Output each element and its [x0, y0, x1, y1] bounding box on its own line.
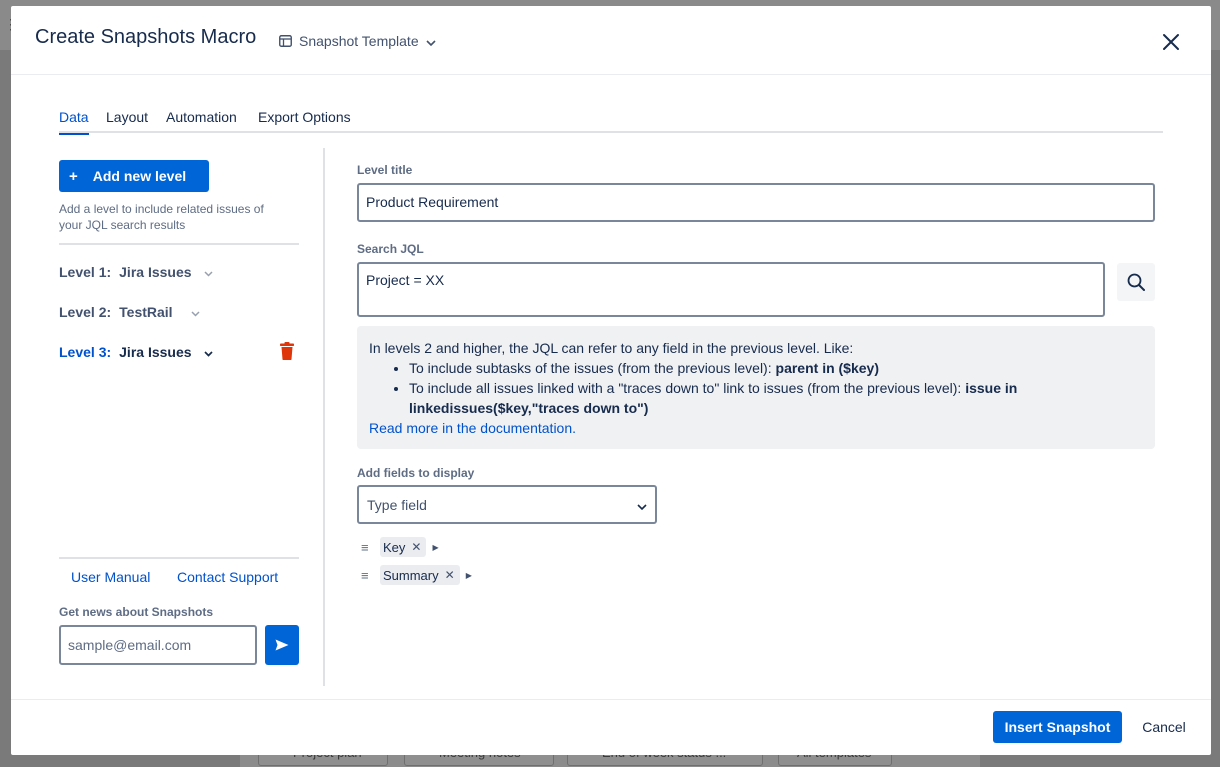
tab-bar: Data Layout Automation Export Options — [59, 109, 1163, 135]
add-level-help-text: Add a level to include related issues of… — [59, 202, 264, 232]
sidebar-divider — [59, 243, 299, 245]
caret-right-icon[interactable]: ▶ — [432, 543, 438, 552]
level-title-label: Level title — [357, 163, 413, 177]
tab-automation[interactable]: Automation — [166, 109, 237, 133]
panel-divider — [323, 148, 325, 686]
template-button-label: Snapshot Template — [299, 33, 419, 49]
info-list-item: To include all issues linked with a "tra… — [409, 378, 1143, 418]
level-item-3[interactable]: Level 3: Jira Issues — [59, 342, 214, 362]
level-name: Jira Issues — [119, 344, 192, 360]
tab-data[interactable]: Data — [59, 109, 89, 135]
tab-layout[interactable]: Layout — [106, 109, 148, 133]
caret-right-icon[interactable]: ▶ — [466, 571, 472, 580]
field-select-placeholder: Type field — [367, 496, 427, 513]
send-icon — [275, 639, 289, 651]
drag-handle-icon[interactable]: ≡ — [361, 540, 371, 555]
level-name: TestRail — [119, 304, 173, 320]
field-item: ≡ Summary ✕ ▶ — [361, 565, 472, 585]
header-divider — [11, 74, 1211, 75]
level-number: Level 3: — [59, 344, 112, 360]
dialog-title: Create Snapshots Macro — [35, 26, 257, 48]
level-item-1[interactable]: Level 1: Jira Issues — [59, 262, 214, 282]
search-jql-label: Search JQL — [357, 242, 424, 256]
add-level-label: Add new level — [92, 168, 187, 184]
remove-icon[interactable]: ✕ — [409, 540, 423, 554]
level-name: Jira Issues — [119, 264, 192, 280]
dialog-header: Create Snapshots Macro Snapshot Template — [11, 6, 1211, 74]
field-select-dropdown[interactable]: Type field — [357, 485, 657, 524]
chevron-down-icon — [637, 497, 647, 513]
user-manual-link[interactable]: User Manual — [71, 569, 150, 585]
chevron-down-icon — [203, 344, 214, 360]
footer-divider — [11, 699, 1211, 700]
level-title-input[interactable]: Product Requirement — [357, 183, 1155, 222]
snapshot-template-dropdown[interactable]: Snapshot Template — [279, 30, 436, 52]
insert-snapshot-button[interactable]: Insert Snapshot — [993, 711, 1122, 743]
field-chip: Key ✕ — [380, 537, 427, 557]
template-icon — [279, 35, 292, 47]
field-item: ≡ Key ✕ ▶ — [361, 537, 439, 557]
add-fields-label: Add fields to display — [357, 466, 475, 480]
field-chip-label: Key — [383, 539, 406, 555]
jql-info-panel: In levels 2 and higher, the JQL can refe… — [357, 326, 1155, 449]
contact-support-link[interactable]: Contact Support — [177, 569, 278, 585]
news-label: Get news about Snapshots — [59, 605, 214, 619]
info-list: To include subtasks of the issues (from … — [409, 358, 1143, 418]
info-item-text: To include all issues linked with a "tra… — [409, 380, 966, 396]
newsletter-email-input[interactable] — [59, 625, 257, 665]
plus-icon: + — [69, 167, 78, 185]
field-chip-label: Summary — [383, 567, 439, 583]
search-button[interactable] — [1117, 263, 1155, 301]
field-chip: Summary ✕ — [380, 565, 460, 585]
chevron-down-icon — [204, 264, 214, 280]
search-icon — [1127, 273, 1145, 291]
info-list-item: To include subtasks of the issues (from … — [409, 358, 1143, 378]
info-intro: In levels 2 and higher, the JQL can refe… — [369, 340, 854, 356]
tab-export-options[interactable]: Export Options — [258, 109, 351, 133]
trash-icon — [280, 342, 294, 360]
level-item-2[interactable]: Level 2: TestRail — [59, 302, 201, 322]
snapshot-macro-dialog: Create Snapshots Macro Snapshot Template… — [11, 6, 1211, 755]
subscribe-send-button[interactable] — [265, 625, 299, 665]
cancel-button[interactable]: Cancel — [1133, 711, 1195, 743]
chevron-down-icon — [191, 304, 201, 320]
documentation-link[interactable]: Read more in the documentation. — [369, 418, 1143, 438]
sidebar-bottom-divider — [59, 557, 299, 559]
level-number: Level 1: — [59, 264, 112, 280]
level-number: Level 2: — [59, 304, 112, 320]
info-item-code: parent in ($key) — [775, 360, 879, 376]
close-button[interactable] — [1159, 30, 1183, 54]
drag-handle-icon[interactable]: ≡ — [361, 568, 371, 583]
chevron-down-icon — [426, 33, 436, 49]
info-item-text: To include subtasks of the issues (from … — [409, 360, 776, 376]
close-icon — [1163, 34, 1179, 50]
remove-icon[interactable]: ✕ — [443, 568, 457, 582]
add-new-level-button[interactable]: + Add new level — [59, 160, 209, 192]
delete-level-button[interactable] — [279, 342, 295, 360]
search-jql-input[interactable]: Project = XX — [357, 262, 1105, 317]
